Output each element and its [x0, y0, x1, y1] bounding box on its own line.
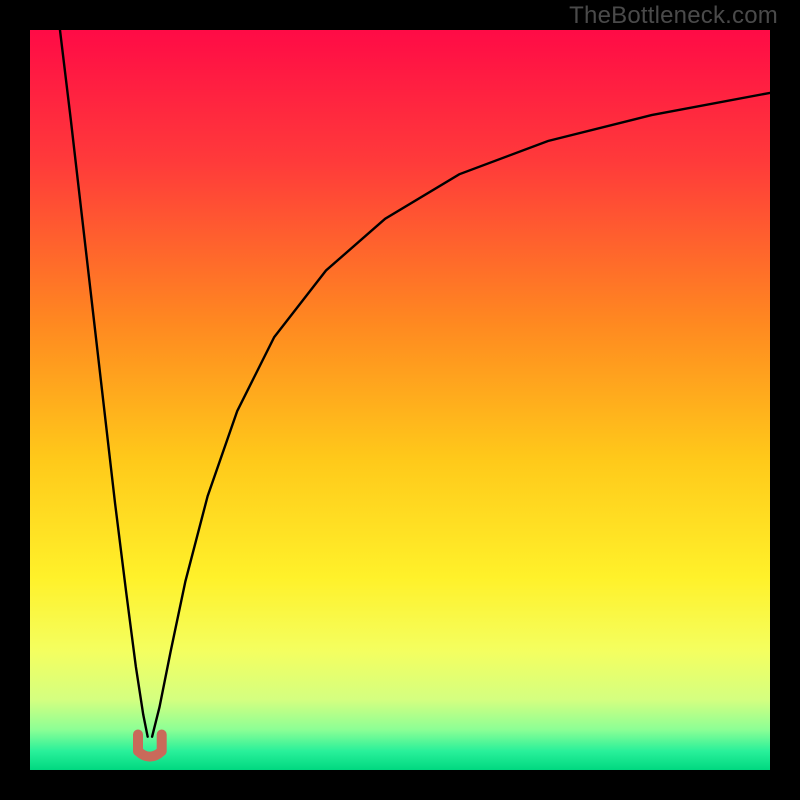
gradient-background [30, 30, 770, 770]
bottleneck-chart [0, 0, 800, 800]
watermark-label: TheBottleneck.com [569, 2, 778, 30]
outer-frame: TheBottleneck.com [0, 0, 800, 800]
